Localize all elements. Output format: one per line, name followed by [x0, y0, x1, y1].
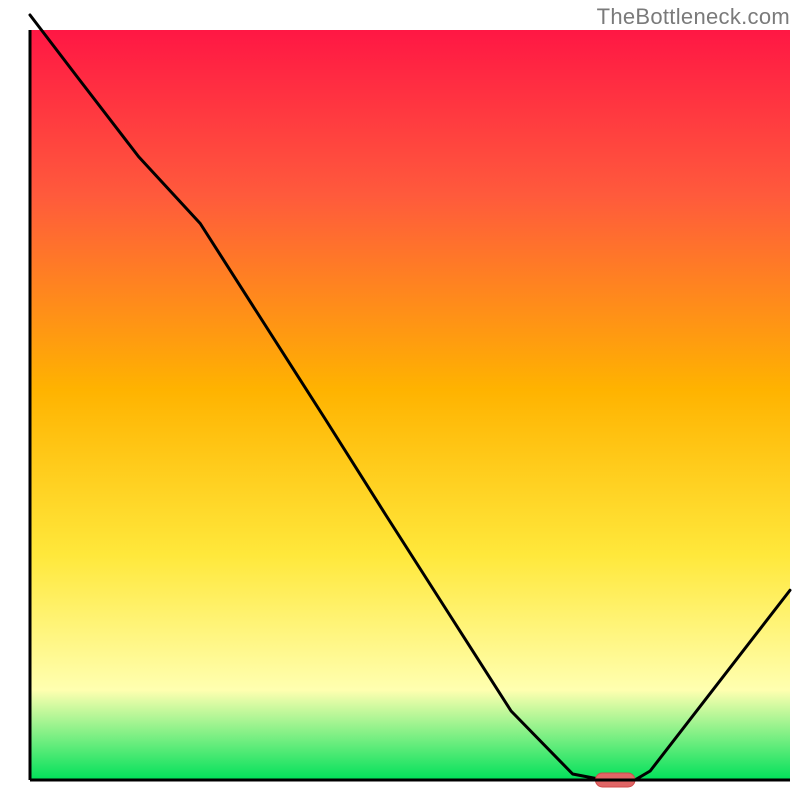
watermark-text: TheBottleneck.com [597, 4, 790, 30]
chart-container: TheBottleneck.com [0, 0, 800, 800]
bottleneck-chart [0, 0, 800, 800]
plot-background [30, 30, 790, 780]
